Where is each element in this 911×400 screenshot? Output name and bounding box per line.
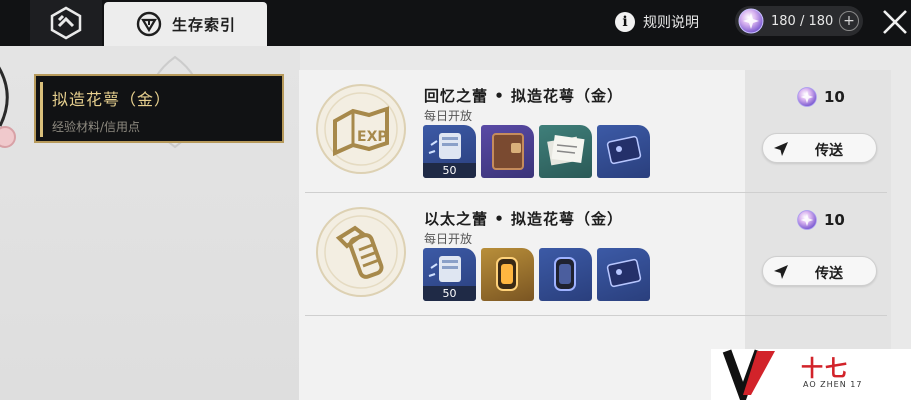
domain-entry-aether-bud: 以太之蕾 • 拟造花萼（金） 每日开放 50 10 传送 (299, 194, 891, 316)
rules-button[interactable]: i 规则说明 (615, 8, 699, 36)
trailblaze-power-icon (797, 210, 817, 230)
send-arrow-icon (774, 142, 788, 156)
domain-title: 以太之蕾 • 拟造花萼（金） (424, 210, 624, 228)
reward-item[interactable] (597, 125, 650, 178)
watermark-logo: 十七 AO ZHEN 17 (711, 349, 911, 400)
reward-quantity: 50 (423, 163, 476, 178)
hexagon-menu-icon (50, 6, 82, 40)
power-value: 180 / 180 (771, 13, 834, 29)
card-icon (606, 258, 642, 288)
power-cost-value: 10 (824, 211, 845, 229)
trailblaze-power-icon (738, 8, 764, 34)
reward-item[interactable] (539, 125, 592, 178)
reward-item[interactable]: 50 (423, 125, 476, 178)
tab-survival-index[interactable]: 生存索引 (104, 2, 267, 46)
teleport-label: 传送 (815, 143, 843, 159)
domain-schedule: 每日开放 (424, 109, 473, 123)
reward-item[interactable] (481, 125, 534, 178)
teleport-button[interactable]: 传送 (762, 133, 877, 163)
paper-stack-icon (547, 135, 585, 166)
v-logo-icon (722, 349, 775, 400)
compass-triangle-icon (136, 11, 162, 37)
domain-entry-memory-bud: EXP 回忆之蕾 • 拟造花萼（金） 每日开放 50 10 传送 (299, 71, 891, 193)
rules-label: 规则说明 (643, 15, 699, 31)
reward-item[interactable] (481, 248, 534, 301)
close-icon[interactable] (880, 6, 910, 38)
teleport-button[interactable]: 传送 (762, 256, 877, 286)
top-bar: 生存索引 i 规则说明 180 / 180 + (0, 0, 911, 46)
reward-list: 50 (423, 248, 650, 301)
canister-emblem-icon (316, 207, 406, 297)
category-item-calyx-golden[interactable]: 拟造花萼（金） 经验材料/信用点 (34, 74, 284, 143)
dark-canister-icon (554, 257, 576, 291)
domain-schedule: 每日开放 (424, 232, 473, 246)
power-cost-value: 10 (824, 88, 845, 106)
info-icon: i (615, 12, 635, 32)
selected-indicator (40, 82, 43, 137)
power-cost: 10 (796, 86, 845, 108)
category-title: 拟造花萼（金） (52, 90, 172, 109)
tab-label: 生存索引 (172, 15, 237, 34)
reward-item[interactable] (597, 248, 650, 301)
category-subtitle: 经验材料/信用点 (52, 120, 141, 134)
watermark-cn: 十七 (801, 357, 850, 382)
card-icon (606, 135, 642, 165)
book-icon (492, 133, 524, 170)
reward-item[interactable] (539, 248, 592, 301)
book-exp-emblem-icon: EXP (316, 84, 406, 174)
menu-button[interactable] (30, 0, 102, 46)
reward-list: 50 (423, 125, 650, 178)
svg-text:EXP: EXP (357, 129, 388, 145)
watermark-en: AO ZHEN 17 (803, 380, 863, 389)
trailblaze-power-display: 180 / 180 + (735, 6, 863, 36)
teleport-label: 传送 (815, 266, 843, 282)
entry-divider (305, 192, 887, 193)
entry-divider (305, 315, 887, 316)
domain-title: 回忆之蕾 • 拟造花萼（金） (424, 87, 624, 105)
trailblaze-power-icon (797, 87, 817, 107)
send-arrow-icon (774, 265, 788, 279)
gold-canister-icon (496, 257, 518, 291)
reward-quantity: 50 (423, 286, 476, 301)
reward-item[interactable]: 50 (423, 248, 476, 301)
power-cost: 10 (796, 209, 845, 231)
add-power-button[interactable]: + (839, 11, 859, 31)
